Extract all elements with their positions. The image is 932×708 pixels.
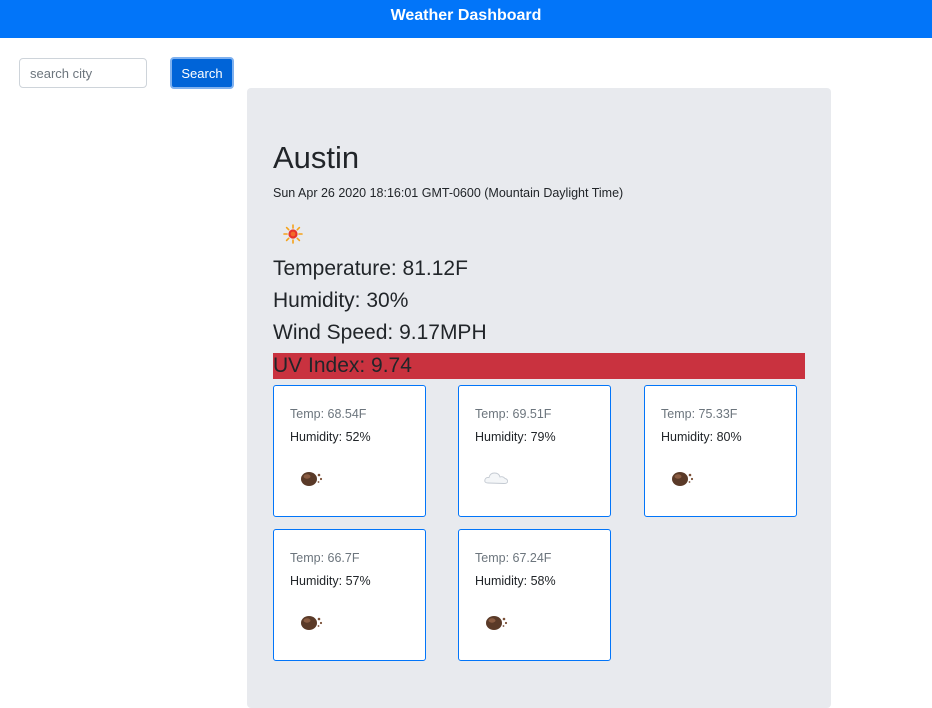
dust-icon <box>486 616 508 630</box>
weather-panel: Austin Sun Apr 26 2020 18:16:01 GMT-0600… <box>247 88 831 708</box>
forecast-temp: Temp: 67.24F <box>475 551 552 565</box>
dust-icon <box>301 472 323 486</box>
city-name: Austin <box>273 140 360 175</box>
app-title: Weather Dashboard <box>390 7 542 24</box>
dust-icon <box>301 616 323 630</box>
forecast-card: Temp: 75.33F Humidity: 80% <box>644 385 797 517</box>
forecast-humidity: Humidity: 58% <box>475 574 556 588</box>
current-temperature: Temperature: 81.12F <box>273 257 468 280</box>
forecast-humidity: Humidity: 52% <box>290 430 371 444</box>
forecast-humidity: Humidity: 79% <box>475 430 556 444</box>
cloud-icon <box>484 472 509 484</box>
search-button[interactable]: Search <box>170 57 234 89</box>
current-humidity: Humidity: 30% <box>273 289 409 312</box>
sun-icon <box>283 224 303 244</box>
forecast-temp: Temp: 66.7F <box>290 551 360 565</box>
forecast-card: Temp: 69.51F Humidity: 79% <box>458 385 611 517</box>
forecast-humidity: Humidity: 80% <box>661 430 742 444</box>
forecast-card: Temp: 66.7F Humidity: 57% <box>273 529 426 661</box>
current-datetime: Sun Apr 26 2020 18:16:01 GMT-0600 (Mount… <box>273 186 624 200</box>
forecast-card: Temp: 67.24F Humidity: 58% <box>458 529 611 661</box>
uv-index-badge: UV Index: 9.74 <box>273 353 805 379</box>
current-wind-speed: Wind Speed: 9.17MPH <box>273 321 487 344</box>
app-header: Weather Dashboard <box>0 0 932 38</box>
dust-icon <box>672 472 694 486</box>
search-city-input[interactable] <box>19 58 147 88</box>
forecast-temp: Temp: 75.33F <box>661 407 738 421</box>
forecast-temp: Temp: 68.54F <box>290 407 367 421</box>
forecast-humidity: Humidity: 57% <box>290 574 371 588</box>
forecast-card: Temp: 68.54F Humidity: 52% <box>273 385 426 517</box>
forecast-temp: Temp: 69.51F <box>475 407 552 421</box>
